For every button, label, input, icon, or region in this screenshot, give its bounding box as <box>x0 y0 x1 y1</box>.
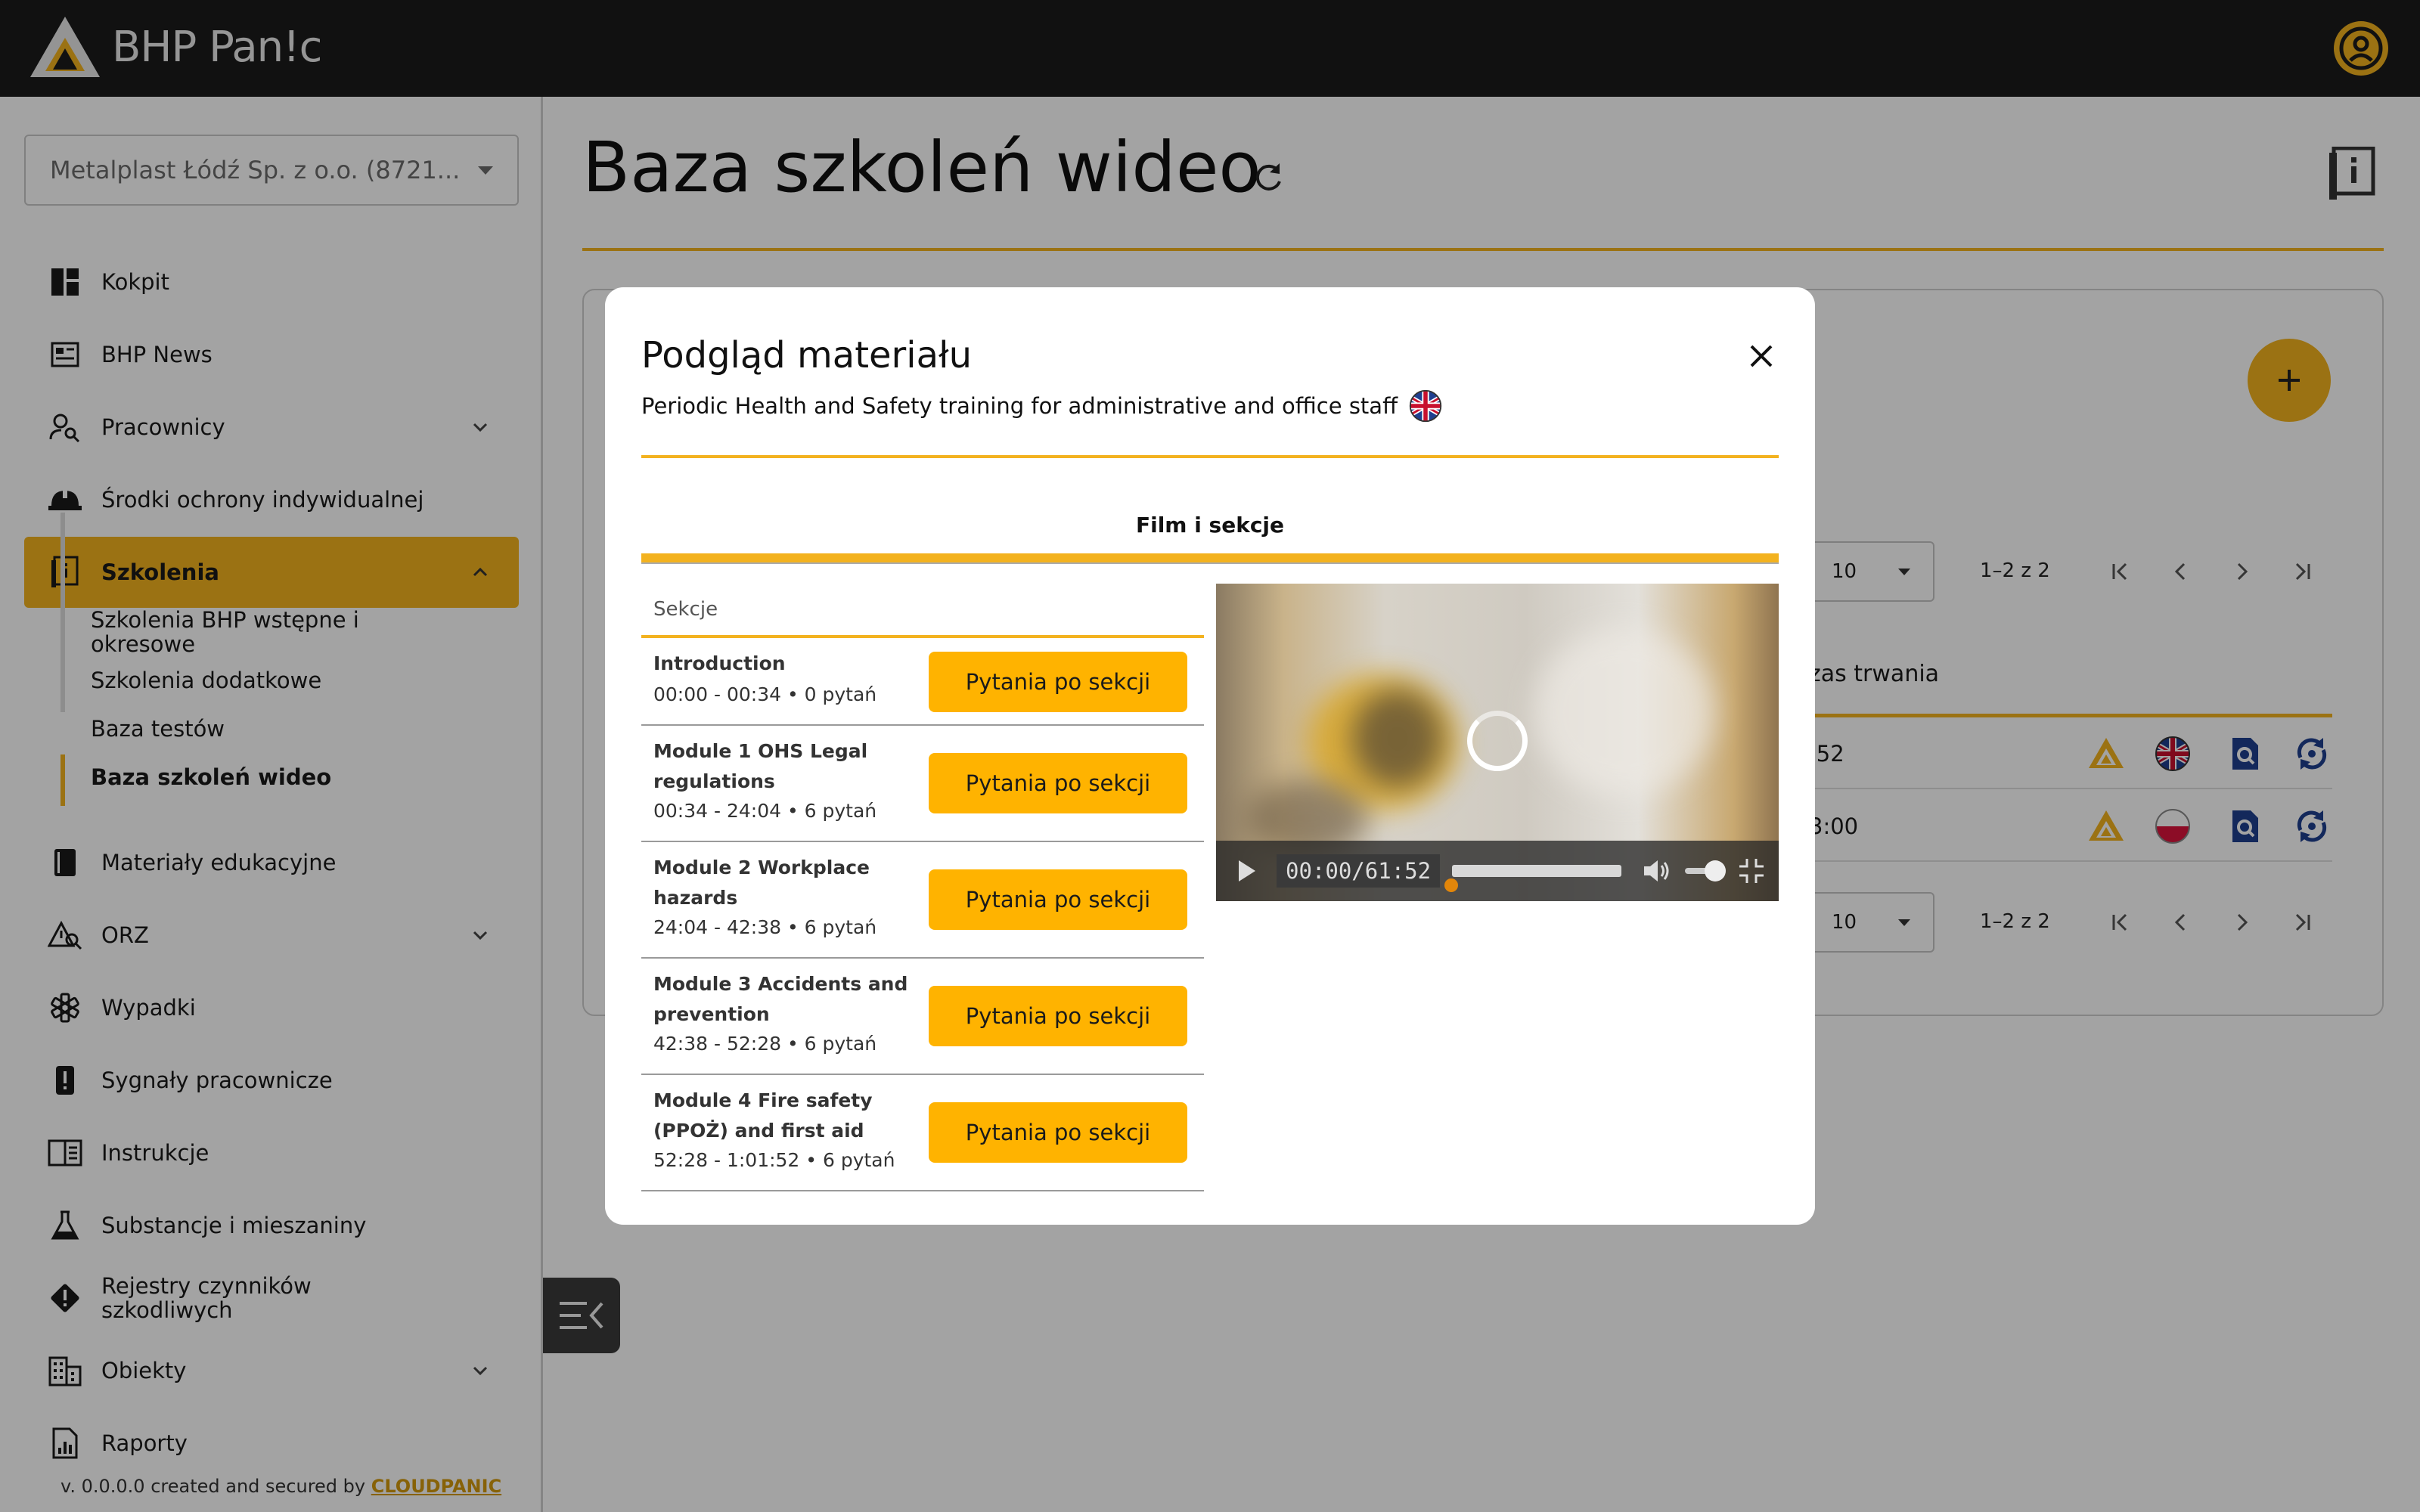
volume-handle[interactable] <box>1705 860 1726 881</box>
video-time: 00:00/61:52 <box>1277 854 1441 888</box>
material-preview-dialog: Podgląd materiału Periodic Health and Sa… <box>605 287 1815 1225</box>
play-icon[interactable] <box>1239 860 1255 881</box>
video-frame-blur <box>1534 629 1715 795</box>
section-questions-button[interactable]: Pytania po sekcji <box>929 986 1187 1046</box>
section-name: Introduction <box>653 652 786 674</box>
training-name: Periodic Health and Safety training for … <box>641 393 1398 419</box>
section-row: Module 3 Accidents and prevention 42:38 … <box>641 959 1204 1075</box>
section-questions-button[interactable]: Pytania po sekcji <box>929 753 1187 813</box>
section-meta: 52:28 - 1:01:52 • 6 pytań <box>653 1149 895 1171</box>
close-icon[interactable] <box>1744 339 1779 373</box>
section-name: Module 2 Workplace hazards <box>653 857 870 909</box>
video-controls: 00:00/61:52 <box>1216 841 1779 901</box>
video-progress-handle[interactable] <box>1444 878 1458 892</box>
section-meta: 00:00 - 00:34 • 0 pytań <box>653 683 877 705</box>
section-name: Module 3 Accidents and prevention <box>653 973 908 1025</box>
tab-baseline <box>641 562 1779 564</box>
dialog-title: Podgląd materiału <box>641 334 973 376</box>
section-meta: 42:38 - 52:28 • 6 pytań <box>653 1033 877 1055</box>
section-questions-button[interactable]: Pytania po sekcji <box>929 1102 1187 1163</box>
video-frame-blur <box>1352 689 1443 788</box>
section-row: Module 1 OHS Legal regulations 00:34 - 2… <box>641 726 1204 842</box>
section-row: Module 2 Workplace hazards 24:04 - 42:38… <box>641 842 1204 959</box>
section-row: Introduction 00:00 - 00:34 • 0 pytań Pyt… <box>641 638 1204 726</box>
dialog-subtitle: Periodic Health and Safety training for … <box>641 389 1443 423</box>
loading-spinner-icon <box>1467 711 1528 771</box>
video-progress-bar[interactable] <box>1452 865 1621 877</box>
sections-list: Sekcje Introduction 00:00 - 00:34 • 0 py… <box>641 584 1204 1191</box>
dialog-divider <box>641 455 1779 458</box>
section-row: Module 4 Fire safety (PPOŻ) and first ai… <box>641 1075 1204 1191</box>
video-player[interactable]: 00:00/61:52 <box>1216 584 1779 901</box>
section-questions-button[interactable]: Pytania po sekcji <box>929 869 1187 930</box>
volume-icon[interactable] <box>1641 856 1671 886</box>
section-meta: 00:34 - 24:04 • 6 pytań <box>653 800 877 822</box>
section-questions-button[interactable]: Pytania po sekcji <box>929 652 1187 712</box>
tab-active-indicator <box>641 553 1779 562</box>
uk-flag-icon <box>1409 389 1442 423</box>
sections-header: Sekcje <box>641 584 1204 638</box>
section-name: Module 1 OHS Legal regulations <box>653 740 868 792</box>
section-meta: 24:04 - 42:38 • 6 pytań <box>653 916 877 938</box>
tab-film-i-sekcje[interactable]: Film i sekcje <box>641 513 1779 538</box>
fullscreen-exit-icon[interactable] <box>1736 856 1767 886</box>
section-name: Module 4 Fire safety (PPOŻ) and first ai… <box>653 1089 873 1142</box>
